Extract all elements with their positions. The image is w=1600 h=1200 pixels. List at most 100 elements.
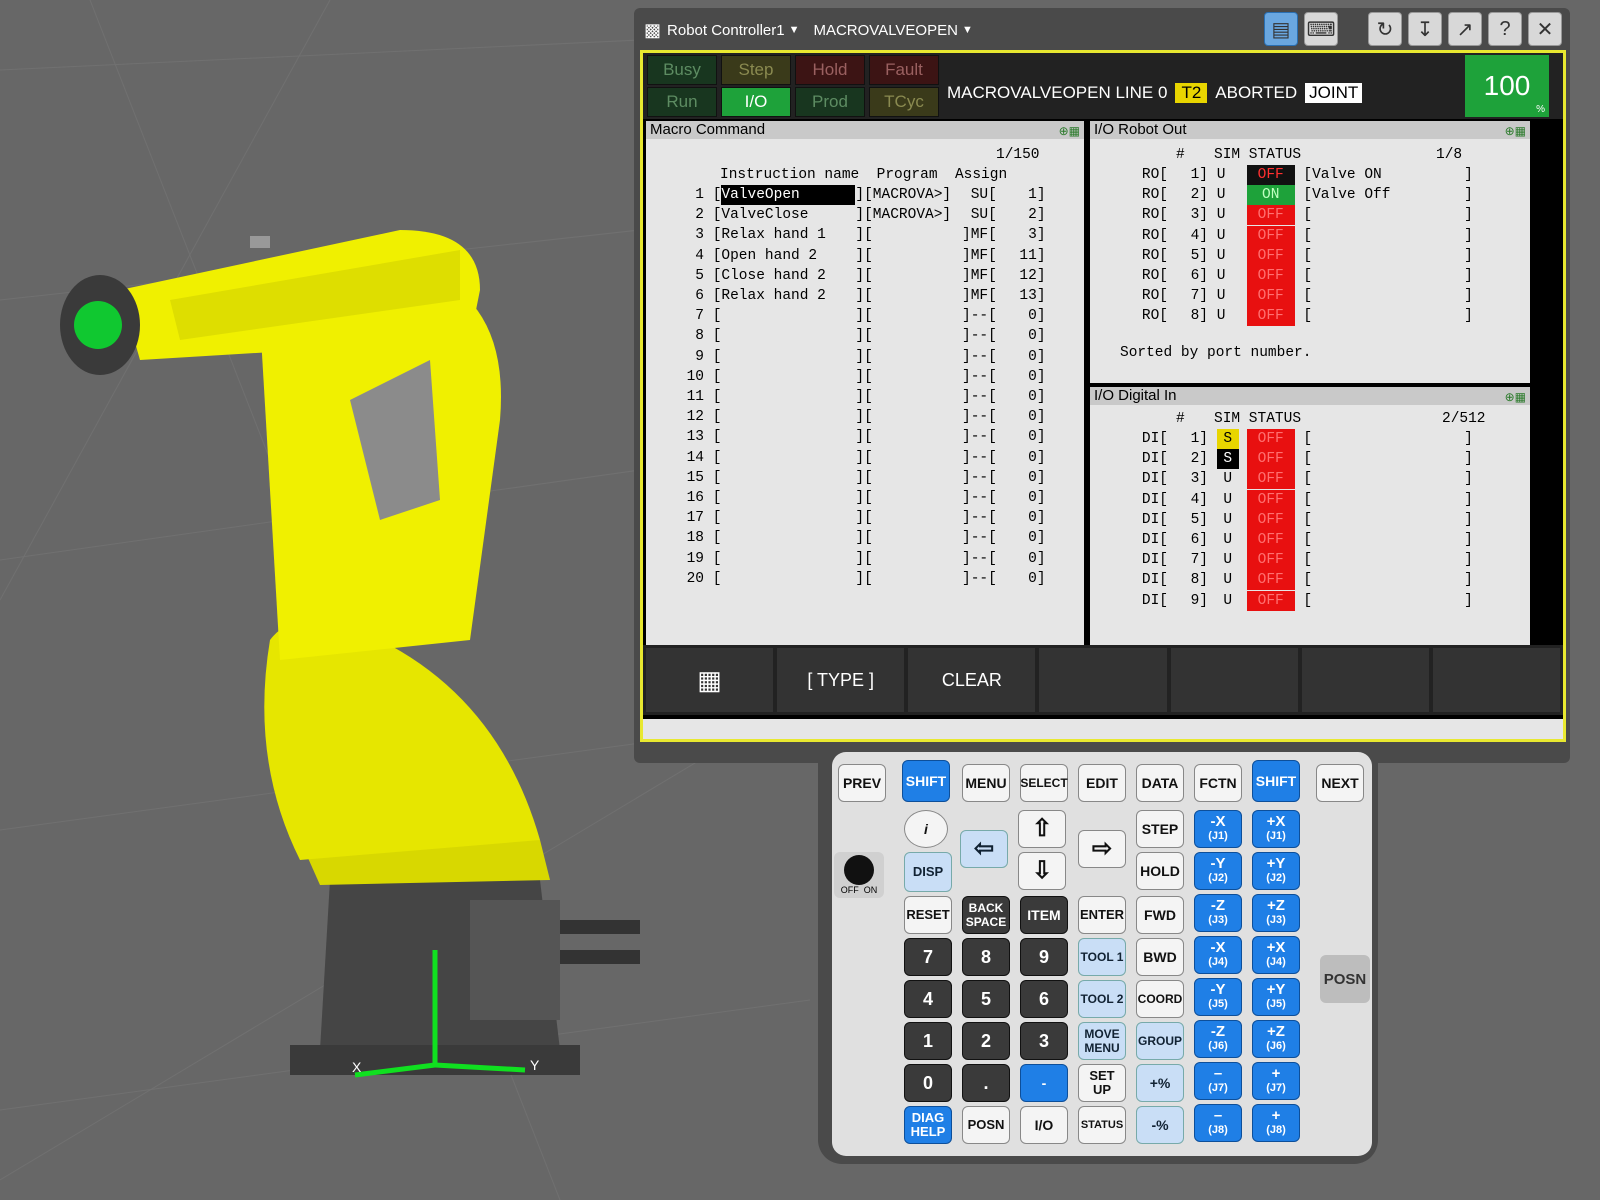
up-arrow-key[interactable]: ⇧ — [1018, 810, 1066, 848]
table-row[interactable]: 19 [][]--[0] — [646, 549, 1046, 569]
tool2-key[interactable]: TOOL 2 — [1078, 980, 1126, 1018]
table-row[interactable]: 13 [][]--[0] — [646, 427, 1046, 447]
jog-plus-j7-key[interactable]: + (J7) — [1252, 1062, 1300, 1100]
softkey-f4[interactable] — [1039, 648, 1167, 712]
decimal-key[interactable]: . — [962, 1064, 1010, 1102]
table-row[interactable]: DI[7] U OFF [] — [1090, 550, 1473, 571]
jog-minus-j6-key[interactable]: -Z (J6) — [1194, 1020, 1242, 1058]
table-row[interactable]: RO[4] U OFF [] — [1090, 225, 1473, 246]
next-key[interactable]: NEXT — [1316, 764, 1364, 802]
table-row[interactable]: RO[3] U OFF [] — [1090, 205, 1473, 226]
table-row[interactable]: 20 [][]--[0] — [646, 569, 1046, 589]
jog-plus-j6-key[interactable]: +Z (J6) — [1252, 1020, 1300, 1058]
digit-2-key[interactable]: 2 — [962, 1022, 1010, 1060]
group-key[interactable]: GROUP — [1136, 1022, 1184, 1060]
table-row[interactable]: RO[7] U OFF [] — [1090, 286, 1473, 307]
jog-minus-j3-key[interactable]: -Z (J3) — [1194, 894, 1242, 932]
io-key[interactable]: I/O — [1020, 1106, 1068, 1144]
table-row[interactable]: 8 [][]--[0] — [646, 326, 1045, 346]
detach-icon[interactable]: ↗ — [1448, 12, 1482, 46]
zoom-icon[interactable]: ⊕▦ — [1505, 388, 1526, 406]
setup-key[interactable]: SET UP — [1078, 1064, 1126, 1102]
refresh-icon[interactable]: ↻ — [1368, 12, 1402, 46]
keyboard-icon[interactable]: ⌨ — [1304, 12, 1338, 46]
table-row[interactable]: 11 [][]--[0] — [646, 387, 1046, 407]
digit-1-key[interactable]: 1 — [904, 1022, 952, 1060]
softkey-f5[interactable] — [1170, 648, 1298, 712]
jog-minus-j2-key[interactable]: -Y (J2) — [1194, 852, 1242, 890]
prev-key[interactable]: PREV — [838, 764, 886, 802]
step-key[interactable]: STEP — [1136, 810, 1184, 848]
menu-key[interactable]: MENU — [962, 764, 1010, 802]
help-icon[interactable]: ? — [1488, 12, 1522, 46]
table-row[interactable]: 18 [][]--[0] — [646, 528, 1046, 548]
macro-command-pane[interactable]: Macro Command ⊕▦ 1/150 Instruction name P… — [646, 121, 1084, 694]
hold-key[interactable]: HOLD — [1136, 852, 1184, 890]
posn-key[interactable]: POSN — [962, 1106, 1010, 1144]
info-key[interactable]: i — [904, 810, 948, 848]
zoom-icon[interactable]: ⊕▦ — [1505, 122, 1526, 140]
digit-9-key[interactable]: 9 — [1020, 938, 1068, 976]
minus-key[interactable]: - — [1020, 1064, 1068, 1102]
shift-right-key[interactable]: SHIFT — [1252, 760, 1300, 802]
minus-percent-key[interactable]: -% — [1136, 1106, 1184, 1144]
digit-8-key[interactable]: 8 — [962, 938, 1010, 976]
jog-minus-j1-key[interactable]: -X (J1) — [1194, 810, 1242, 848]
table-row[interactable]: 15 [][]--[0] — [646, 468, 1046, 488]
jog-plus-j8-key[interactable]: + (J8) — [1252, 1104, 1300, 1142]
table-row[interactable]: 16 [][]--[0] — [646, 488, 1046, 508]
jog-plus-j3-key[interactable]: +Z (J3) — [1252, 894, 1300, 932]
data-key[interactable]: DATA — [1136, 764, 1184, 802]
table-row[interactable]: 9 [][]--[0] — [646, 347, 1045, 367]
table-row[interactable]: DI[9] U OFF [] — [1090, 590, 1473, 611]
pendant-view-icon[interactable]: ▤ — [1264, 12, 1298, 46]
pin-icon[interactable]: ↧ — [1408, 12, 1442, 46]
softkey-grid[interactable]: ▦ — [646, 648, 774, 712]
enter-key[interactable]: ENTER — [1078, 896, 1126, 934]
table-row[interactable]: RO[6] U OFF [] — [1090, 266, 1473, 286]
controller-dropdown[interactable]: Robot Controller1 ▼ — [667, 22, 799, 39]
left-arrow-key[interactable]: ⇦ — [960, 830, 1008, 868]
table-row[interactable]: DI[6] U OFF [] — [1090, 530, 1473, 550]
table-row[interactable]: RO[2] U ON [Valve Off] — [1090, 185, 1473, 206]
table-row[interactable]: 1 [ValveOpen][MACROVA>] SU[1] — [646, 185, 1046, 205]
robot-out-pane[interactable]: I/O Robot Out ⊕▦ # SIM STATUS 1/8 RO[1] U… — [1090, 121, 1530, 383]
plus-percent-key[interactable]: +% — [1136, 1064, 1184, 1102]
digit-4-key[interactable]: 4 — [904, 980, 952, 1018]
digit-5-key[interactable]: 5 — [962, 980, 1010, 1018]
softkey-f6[interactable] — [1301, 648, 1429, 712]
jog-plus-j5-key[interactable]: +Y (J5) — [1252, 978, 1300, 1016]
jog-minus-j7-key[interactable]: – (J7) — [1194, 1062, 1242, 1100]
table-row[interactable]: 5 [Close hand 2][]MF[12] — [646, 266, 1045, 286]
table-row[interactable]: 10 [][]--[0] — [646, 367, 1046, 387]
table-row[interactable]: RO[8] U OFF [] — [1090, 306, 1473, 327]
move-menu-key[interactable]: MOVE MENU — [1078, 1022, 1126, 1060]
softkey-clear[interactable]: CLEAR — [908, 648, 1036, 712]
reset-key[interactable]: RESET — [904, 896, 952, 934]
disp-key[interactable]: DISP — [904, 852, 952, 892]
table-row[interactable]: 7 [][]--[0] — [646, 306, 1045, 326]
jog-plus-j2-key[interactable]: +Y (J2) — [1252, 852, 1300, 890]
shift-left-key[interactable]: SHIFT — [902, 760, 950, 802]
table-row[interactable]: DI[2] S OFF [] — [1090, 449, 1473, 470]
close-icon[interactable]: ✕ — [1528, 12, 1562, 46]
fctn-key[interactable]: FCTN — [1194, 764, 1242, 802]
softkey-f7[interactable] — [1432, 648, 1560, 712]
fwd-key[interactable]: FWD — [1136, 896, 1184, 934]
table-row[interactable]: 12 [][]--[0] — [646, 407, 1046, 427]
jog-minus-j8-key[interactable]: – (J8) — [1194, 1104, 1242, 1142]
table-row[interactable]: DI[8] U OFF [] — [1090, 570, 1473, 591]
table-row[interactable]: 3 [Relax hand 1][]MF[3] — [646, 225, 1045, 245]
digit-0-key[interactable]: 0 — [904, 1064, 952, 1102]
softkey-type[interactable]: [ TYPE ] — [777, 648, 905, 712]
backspace-key[interactable]: BACK SPACE — [962, 896, 1010, 934]
bwd-key[interactable]: BWD — [1136, 938, 1184, 976]
table-row[interactable]: 6 [Relax hand 2][]MF[13] — [646, 286, 1045, 306]
table-row[interactable]: DI[4] U OFF [] — [1090, 489, 1473, 510]
down-arrow-key[interactable]: ⇩ — [1018, 852, 1066, 890]
table-row[interactable]: DI[3] U OFF [] — [1090, 469, 1473, 490]
item-key[interactable]: ITEM — [1020, 896, 1068, 934]
program-dropdown[interactable]: MACROVALVEOPEN ▼ — [813, 22, 972, 39]
jog-minus-j5-key[interactable]: -Y (J5) — [1194, 978, 1242, 1016]
table-row[interactable]: RO[5] U OFF [] — [1090, 245, 1473, 266]
